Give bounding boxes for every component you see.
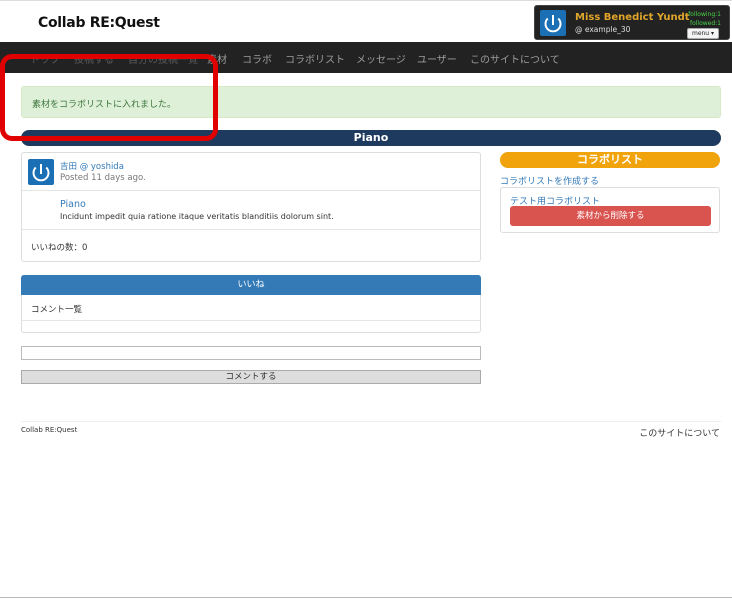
- divider: [22, 320, 480, 321]
- post-timestamp: Posted 11 days ago.: [60, 173, 146, 183]
- post-author-link[interactable]: 吉田 @ yoshida: [60, 160, 124, 172]
- follow-stats: following:1 followed:1: [688, 10, 721, 28]
- user-avatar[interactable]: [540, 10, 566, 36]
- following-count[interactable]: following:1: [688, 10, 721, 19]
- material-post-panel: 吉田 @ yoshida Posted 11 days ago. Piano I…: [21, 152, 481, 262]
- site-logo[interactable]: Collab RE:Quest: [38, 15, 160, 31]
- nav-item-messages[interactable]: メッセージ: [356, 51, 406, 66]
- footer-divider: [21, 421, 721, 422]
- divider: [22, 229, 480, 230]
- like-button[interactable]: いいね: [21, 275, 481, 295]
- site-header: Collab RE:Quest Miss Benedict Yundt @ ex…: [0, 0, 732, 42]
- likes-count: いいねの数：0: [31, 243, 88, 253]
- collab-list-panel: テスト用コラボリスト 素材から削除する: [500, 187, 720, 233]
- nav-item-collab[interactable]: コラボ: [242, 51, 272, 66]
- footer-brand: Collab RE:Quest: [21, 426, 78, 434]
- user-name[interactable]: Miss Benedict Yundt: [575, 12, 690, 23]
- comments-header: コメント一覧: [31, 305, 83, 315]
- main-navbar: トップ 投稿する 自分の投稿一覧 素材 コラボ コラボリスト メッセージ ユーザ…: [0, 42, 732, 73]
- nav-item-about[interactable]: このサイトについて: [470, 51, 560, 66]
- material-description: Incidunt impedit quia ratione itaque ver…: [60, 212, 334, 221]
- footer-about-link[interactable]: このサイトについて: [639, 426, 720, 439]
- comment-input[interactable]: [21, 346, 481, 360]
- author-avatar[interactable]: [28, 159, 54, 185]
- comment-submit-button[interactable]: コメントする: [21, 370, 481, 384]
- nav-item-post[interactable]: 投稿する: [74, 51, 114, 66]
- remove-from-material-button[interactable]: 素材から削除する: [510, 206, 711, 226]
- user-menu-button[interactable]: menu ▾: [687, 28, 719, 39]
- followed-count[interactable]: followed:1: [688, 19, 721, 28]
- user-handle: @ example_30: [575, 25, 631, 34]
- comments-panel: いいね コメント一覧: [21, 275, 481, 333]
- divider: [22, 190, 480, 191]
- logo-re-text: RE:Quest: [89, 15, 160, 31]
- material-title-link[interactable]: Piano: [60, 199, 86, 210]
- logo-main-text: Collab: [38, 15, 86, 31]
- collab-list-header: コラボリスト: [500, 152, 720, 168]
- page-title: Piano: [21, 130, 721, 146]
- nav-item-collab-list[interactable]: コラボリスト: [285, 51, 345, 66]
- success-alert: 素材をコラボリストに入れました。: [21, 86, 721, 118]
- nav-item-top[interactable]: トップ: [30, 51, 60, 66]
- nav-item-materials[interactable]: 素材: [207, 51, 227, 66]
- user-box: Miss Benedict Yundt @ example_30 followi…: [534, 5, 730, 40]
- bottom-divider: [0, 597, 732, 598]
- nav-item-my-posts[interactable]: 自分の投稿一覧: [128, 51, 198, 66]
- create-collab-list-link[interactable]: コラボリストを作成する: [500, 174, 599, 187]
- nav-item-users[interactable]: ユーザー: [417, 51, 457, 66]
